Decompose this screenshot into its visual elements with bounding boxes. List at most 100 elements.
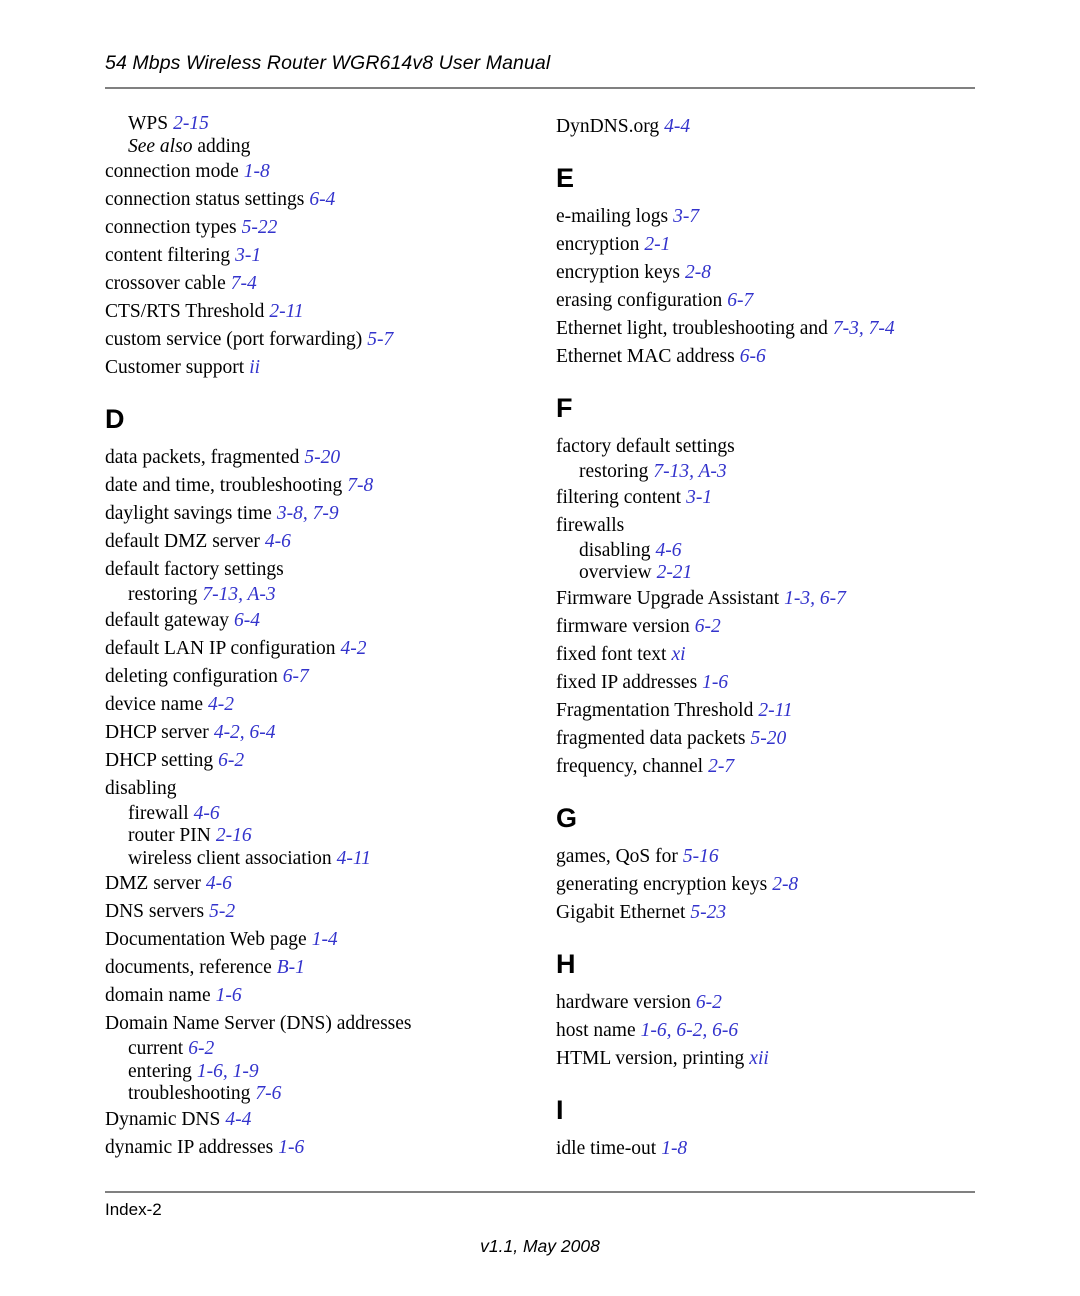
page-reference[interactable]: 2-1 [639, 234, 670, 255]
letter-heading-i: I [556, 1094, 564, 1125]
page-reference[interactable]: 7-13, A-3 [648, 461, 726, 482]
page-reference[interactable]: 1-6 [211, 985, 242, 1006]
index-term: WPS [128, 113, 169, 134]
page-reference[interactable]: 2-21 [652, 562, 693, 583]
header-divider [105, 87, 975, 89]
page-reference[interactable]: 1-6 [273, 1137, 304, 1158]
page-reference[interactable]: 6-2 [213, 750, 244, 771]
page-reference[interactable]: 2-11 [264, 301, 303, 322]
page-reference[interactable]: 1-8 [239, 161, 270, 182]
index-term: DynDNS.org [556, 116, 660, 137]
page-reference[interactable]: ii [244, 357, 260, 378]
index-term: factory default settings [556, 436, 735, 457]
page-reference[interactable]: 2-7 [703, 756, 734, 777]
index-entry: connection types 5-22 [105, 214, 535, 242]
index-entry: default factory settings [105, 556, 535, 584]
page-reference[interactable]: 7-13, A-3 [197, 584, 275, 605]
page-reference[interactable]: 5-20 [746, 728, 787, 749]
page-header: 54 Mbps Wireless Router WGR614v8 User Ma… [105, 52, 975, 75]
page-reference[interactable]: 2-8 [680, 262, 711, 283]
index-term: CTS/RTS Threshold [105, 301, 265, 322]
page-reference[interactable]: 7-6 [250, 1083, 281, 1104]
page-reference[interactable]: 3-1 [681, 487, 712, 508]
index-entry: generating encryption keys 2-8 [556, 871, 986, 899]
page-reference[interactable]: 1-6, 1-9 [192, 1061, 259, 1082]
page-reference[interactable]: 3-7 [668, 206, 699, 227]
index-term: firmware version [556, 615, 690, 637]
page-reference[interactable]: 1-3, 6-7 [779, 588, 846, 609]
index-entry: documents, reference B-1 [105, 954, 535, 982]
page-reference[interactable]: xii [744, 1048, 769, 1069]
page-reference[interactable]: 1-6 [697, 672, 728, 693]
index-entry: data packets, fragmented 5-20 [105, 444, 535, 472]
page-reference[interactable]: 5-7 [362, 329, 393, 350]
page-reference[interactable]: 4-6 [201, 873, 232, 894]
page-reference[interactable]: 7-3, 7-4 [828, 318, 895, 339]
page-reference[interactable]: 6-7 [278, 666, 309, 687]
letter-heading-e: E [556, 163, 575, 193]
page-reference[interactable]: 6-7 [722, 290, 753, 311]
index-entry: default LAN IP configuration 4-2 [105, 635, 535, 663]
index-term: domain name [105, 985, 211, 1006]
index-term: connection mode [105, 161, 239, 182]
page-reference[interactable]: 4-2 [203, 694, 234, 715]
page-reference[interactable]: 5-2 [204, 901, 235, 922]
letter-heading-f: F [556, 393, 573, 423]
index-term: restoring [128, 584, 198, 605]
page-reference[interactable]: 3-8, 7-9 [272, 503, 339, 524]
page-reference[interactable]: 4-4 [659, 116, 690, 137]
page-reference[interactable]: 6-4 [304, 189, 335, 210]
index-subentry: restoring 7-13, A-3 [105, 584, 535, 607]
page-reference[interactable]: 4-6 [189, 803, 220, 824]
index-entry: deleting configuration 6-7 [105, 663, 535, 691]
letter-heading-g: G [556, 802, 578, 833]
index-term: dynamic IP addresses [105, 1136, 274, 1158]
index-entry: crossover cable 7-4 [105, 270, 535, 298]
page-reference[interactable]: 4-6 [260, 531, 291, 552]
index-entry: factory default settings [556, 433, 986, 461]
index-term: Gigabit Ethernet [556, 901, 686, 923]
page-reference[interactable]: 6-4 [229, 610, 260, 631]
cross-reference-label: See also [128, 135, 193, 157]
index-subentry: troubleshooting 7-6 [105, 1083, 535, 1106]
page-reference[interactable]: 5-16 [678, 846, 719, 867]
page-reference[interactable]: 1-6, 6-2, 6-6 [636, 1020, 738, 1041]
index-entry: Customer support ii [105, 354, 535, 382]
index-term: date and time, troubleshooting [105, 475, 343, 496]
page-reference[interactable]: 6-6 [735, 346, 766, 367]
index-term: filtering content [556, 486, 682, 508]
page-reference[interactable]: 5-23 [685, 902, 726, 923]
page-reference[interactable]: 6-2 [690, 616, 721, 637]
index-subentry: wireless client association 4-11 [105, 848, 535, 871]
index-term: connection types [105, 217, 237, 238]
page-reference[interactable]: 5-22 [237, 217, 278, 238]
page-reference[interactable]: 5-20 [299, 447, 340, 468]
page-reference[interactable]: 1-8 [656, 1138, 687, 1159]
index-columns: WPS 2-15 See also adding connection mode 1-8… [0, 113, 1080, 1173]
index-term: DHCP server [105, 721, 209, 743]
page-reference[interactable]: 7-4 [226, 273, 257, 294]
page-reference[interactable]: xi [666, 644, 685, 665]
page-reference[interactable]: 4-6 [651, 540, 682, 561]
page-reference[interactable]: 4-2, 6-4 [209, 722, 276, 743]
page-reference[interactable]: 7-8 [342, 475, 373, 496]
index-entry: daylight savings time 3-8, 7-9 [105, 500, 535, 528]
page-reference[interactable]: 1-4 [307, 929, 338, 950]
index-entry: Ethernet light, troubleshooting and 7-3, … [556, 315, 986, 343]
index-term: encryption keys [556, 262, 681, 283]
index-term: custom service (port forwarding) [105, 329, 363, 350]
index-term: Fragmentation Threshold [556, 699, 754, 721]
page-reference[interactable]: 6-2 [183, 1038, 214, 1059]
page-reference[interactable]: 6-2 [691, 992, 722, 1013]
index-term: disabling [105, 777, 177, 799]
page-reference[interactable]: 2-16 [211, 825, 252, 846]
page-reference[interactable]: 4-2 [336, 638, 367, 659]
page-reference[interactable]: 3-1 [230, 245, 261, 266]
page-reference[interactable]: 2-11 [753, 700, 792, 721]
page-reference[interactable]: 4-4 [220, 1109, 251, 1130]
page-reference[interactable]: 2-8 [767, 874, 798, 895]
page-reference[interactable]: 2-15 [168, 113, 209, 134]
page-reference[interactable]: B-1 [272, 957, 305, 978]
page-reference[interactable]: 4-11 [332, 848, 371, 869]
index-term: frequency, channel [556, 755, 704, 777]
